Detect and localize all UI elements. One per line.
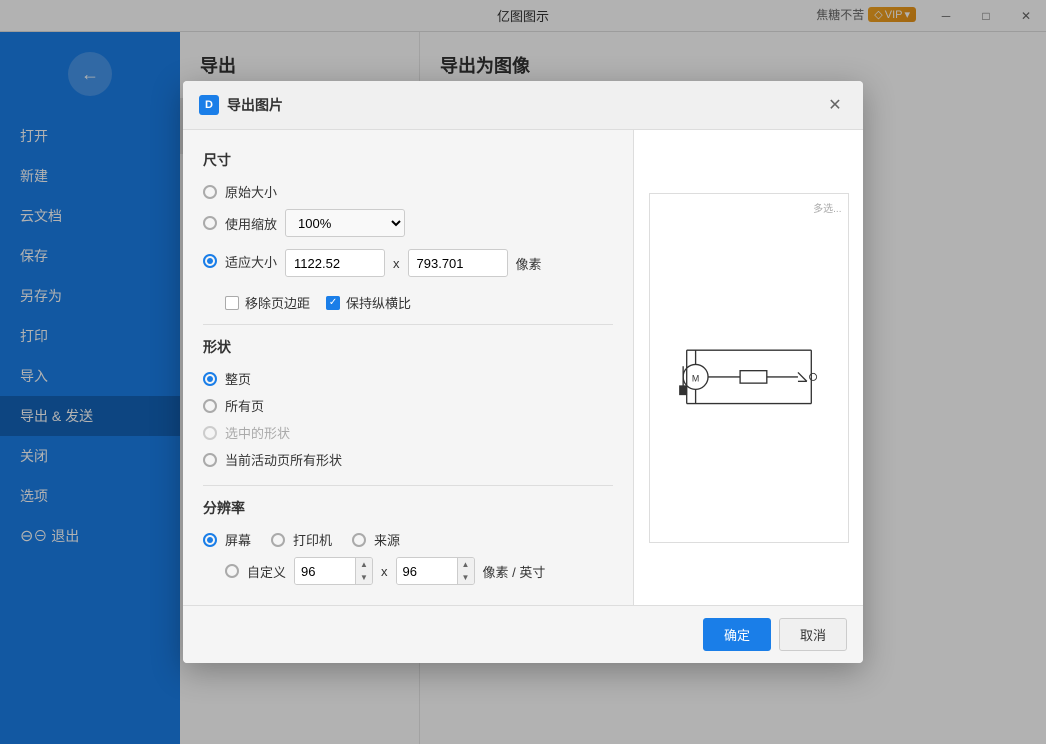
size-unit-label: 像素 (516, 254, 542, 273)
remove-margin-checkbox[interactable]: 移除页边距 (225, 293, 310, 312)
dpi-x-input-wrap: ▲ ▼ (294, 557, 373, 585)
radio-fit-btn (203, 254, 217, 268)
dpi-y-input[interactable] (397, 558, 457, 584)
size-section-title: 尺寸 (203, 150, 613, 170)
radio-printer-btn (271, 533, 285, 547)
radio-selected-shapes[interactable]: 选中的形状 (203, 423, 613, 442)
svg-text:M: M (691, 373, 698, 383)
keep-ratio-box: ✓ (326, 296, 340, 310)
radio-original-btn (203, 185, 217, 199)
resolution-section-title: 分辨率 (203, 498, 613, 518)
remove-margin-box (225, 296, 239, 310)
size-checkboxes: 移除页边距 ✓ 保持纵横比 (225, 293, 613, 312)
radio-printer[interactable]: 打印机 (271, 530, 332, 549)
radio-current-page-btn (203, 453, 217, 467)
dpi-unit-label: 像素 / 英寸 (483, 562, 546, 581)
height-input[interactable] (408, 249, 508, 277)
shape-section-title: 形状 (203, 337, 613, 357)
confirm-button[interactable]: 确定 (703, 618, 771, 651)
dpi-x-spin: ▲ ▼ (355, 558, 372, 584)
dpi-y-input-wrap: ▲ ▼ (396, 557, 475, 585)
radio-source[interactable]: 来源 (352, 530, 400, 549)
radio-screen-btn (203, 533, 217, 547)
radio-full-page[interactable]: 整页 (203, 369, 613, 388)
dialog-close-button[interactable]: ✕ (823, 93, 847, 117)
dialog-overlay: D 导出图片 ✕ 尺寸 原始大小 (0, 0, 1046, 744)
radio-current-page-shapes[interactable]: 当前活动页所有形状 (203, 450, 613, 469)
radio-source-btn (352, 533, 366, 547)
radio-fit-size[interactable]: 适应大小 x 像素 (203, 245, 613, 277)
radio-original-size[interactable]: 原始大小 (203, 182, 613, 201)
cancel-button[interactable]: 取消 (779, 618, 847, 651)
dialog-header: D 导出图片 ✕ (183, 81, 863, 130)
custom-dpi-row: 自定义 ▲ ▼ x ▲ ▼ (225, 557, 613, 585)
export-image-dialog: D 导出图片 ✕ 尺寸 原始大小 (183, 81, 863, 663)
dpi-y-spin: ▲ ▼ (457, 558, 474, 584)
dpi-y-up[interactable]: ▲ (458, 558, 474, 571)
dpi-x-down[interactable]: ▼ (356, 571, 372, 584)
resolution-radio-group: 屏幕 打印机 来源 (203, 530, 613, 549)
dpi-x-input[interactable] (295, 558, 355, 584)
dialog-preview: 多选... M (633, 130, 863, 605)
dialog-title-icon: D (199, 95, 219, 115)
radio-all-pages[interactable]: 所有页 (203, 396, 613, 415)
radio-screen[interactable]: 屏幕 (203, 530, 251, 549)
width-input[interactable] (285, 249, 385, 277)
radio-custom-btn (225, 564, 239, 578)
dialog-footer: 确定 取消 (183, 605, 863, 663)
preview-drawing: M (650, 194, 848, 542)
keep-ratio-checkbox[interactable]: ✓ 保持纵横比 (326, 293, 411, 312)
preview-label: 多选... (813, 200, 841, 215)
radio-full-page-btn (203, 372, 217, 386)
dpi-x-up[interactable]: ▲ (356, 558, 372, 571)
size-radio-group: 原始大小 使用缩放 100% 50% 150% 200% (203, 182, 613, 277)
dialog-body: 尺寸 原始大小 使用缩放 100% 50% 150% (183, 130, 863, 605)
dpi-y-down[interactable]: ▼ (458, 571, 474, 584)
dpi-x-separator: x (381, 564, 388, 579)
radio-zoom-btn (203, 216, 217, 230)
radio-custom-dpi[interactable]: 自定义 (225, 562, 286, 581)
radio-zoom[interactable]: 使用缩放 100% 50% 150% 200% (203, 209, 613, 237)
zoom-select[interactable]: 100% 50% 150% 200% (285, 209, 405, 237)
divider-2 (203, 485, 613, 486)
size-inputs-row: x 像素 (285, 249, 542, 277)
radio-selected-btn (203, 426, 217, 440)
dialog-main: 尺寸 原始大小 使用缩放 100% 50% 150% (183, 130, 633, 605)
divider-1 (203, 324, 613, 325)
shape-radio-group: 整页 所有页 选中的形状 当前活动页所有形状 (203, 369, 613, 469)
dialog-title: D 导出图片 (199, 95, 283, 115)
preview-canvas: 多选... M (649, 193, 849, 543)
radio-all-pages-btn (203, 399, 217, 413)
